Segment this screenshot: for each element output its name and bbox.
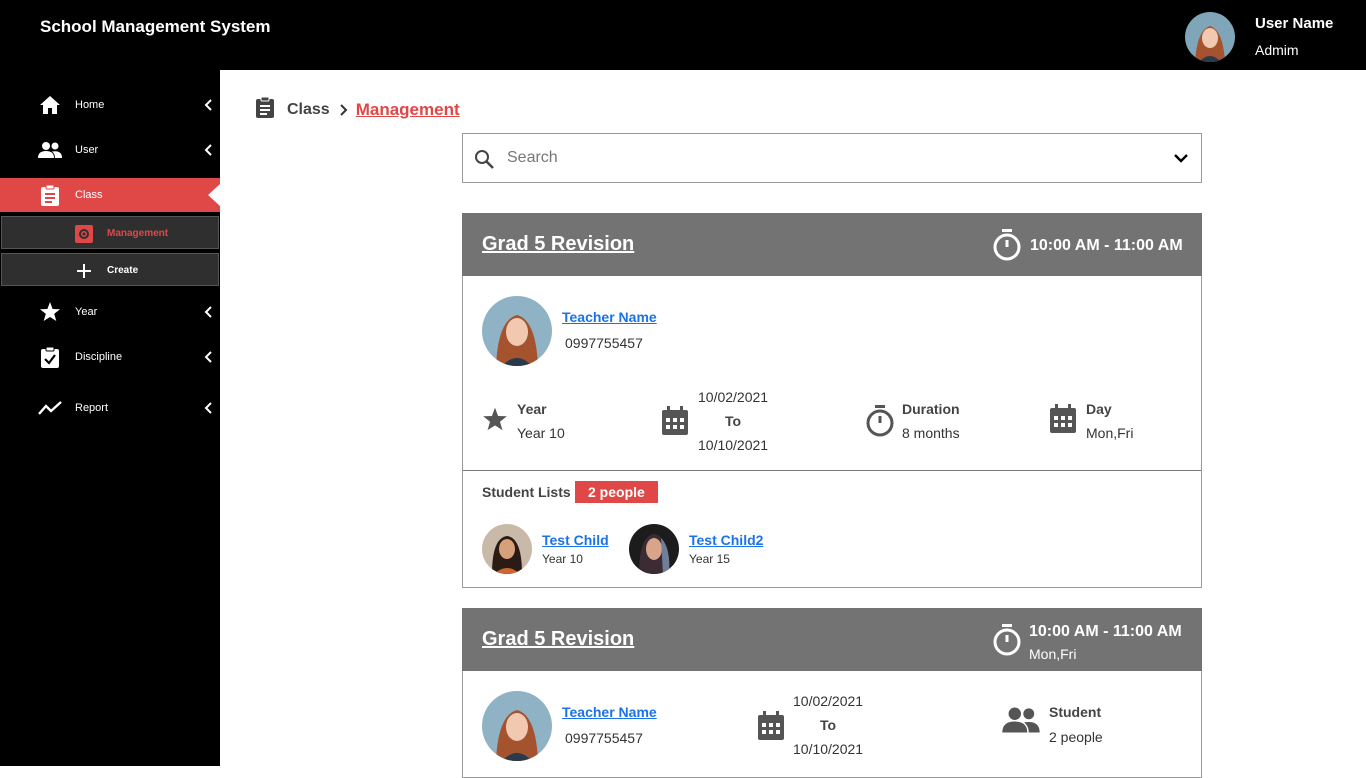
sidebar-item-label: Year (75, 306, 98, 318)
sidebar-item-discipline[interactable]: Discipline (0, 340, 220, 374)
class-title[interactable]: Grad 5 Revision (482, 628, 634, 651)
student-name-link[interactable]: Test Child (542, 532, 609, 548)
teacher-name-link[interactable]: Teacher Name (562, 704, 657, 720)
clipboard-icon (38, 183, 62, 207)
plus-icon (74, 261, 94, 281)
breadcrumb-current[interactable]: Management (356, 100, 460, 120)
search-bar[interactable] (462, 133, 1202, 183)
start-date: 10/02/2021 (793, 693, 864, 709)
calendar-icon (758, 711, 784, 740)
teacher-avatar (482, 691, 552, 761)
start-date: 10/02/2021 (698, 389, 769, 405)
student-avatar (629, 524, 679, 574)
users-icon (38, 138, 62, 162)
end-date: 10/10/2021 (793, 741, 864, 757)
top-bar: School Management System User Name Admim (0, 0, 1366, 70)
day-value: Mon,Fri (1086, 425, 1134, 441)
student-count-badge: 2 people (575, 481, 658, 503)
class-days: Mon,Fri (1029, 646, 1077, 662)
users-icon (1002, 707, 1040, 733)
class-card[interactable]: Grad 5 Revision 10:00 AM - 11:00 AM Mon,… (462, 608, 1202, 778)
duration-value: 8 months (902, 425, 960, 441)
breadcrumb-parent[interactable]: Class (287, 101, 330, 119)
student-list-label: Student Lists (482, 484, 571, 500)
card-header: Grad 5 Revision 10:00 AM - 11:00 AM (462, 213, 1202, 276)
search-icon (475, 150, 494, 169)
gear-icon (74, 224, 94, 244)
class-card[interactable]: Grad 5 Revision 10:00 AM - 11:00 AM Teac… (462, 213, 1202, 588)
sidebar-subitem-label: Management (107, 228, 169, 239)
date-to-label: To (725, 413, 742, 429)
sidebar-item-label: Home (75, 99, 105, 111)
user-role: Admim (1255, 42, 1299, 58)
chevron-down-icon[interactable] (1173, 151, 1189, 165)
end-date: 10/10/2021 (698, 437, 769, 453)
calendar-icon (662, 406, 688, 435)
chevron-right-icon (338, 103, 348, 117)
class-time: 10:00 AM - 11:00 AM (1029, 623, 1182, 640)
chevron-left-icon (204, 402, 212, 414)
sidebar-subitem-create[interactable]: Create (1, 253, 219, 286)
sidebar-item-year[interactable]: Year (0, 295, 220, 329)
sidebar-subitem-label: Create (107, 265, 139, 276)
year-label: Year (517, 401, 547, 417)
home-icon (38, 93, 62, 117)
app-title: School Management System (40, 17, 271, 36)
year-value: Year 10 (517, 425, 565, 441)
sidebar-subitem-management[interactable]: Management (1, 216, 219, 249)
teacher-avatar (482, 296, 552, 366)
sidebar-item-report[interactable]: Report (0, 391, 220, 425)
star-icon (38, 300, 62, 324)
class-title[interactable]: Grad 5 Revision (482, 233, 634, 256)
user-name: User Name (1255, 15, 1334, 32)
star-icon (483, 407, 507, 431)
checklist-icon (38, 345, 62, 369)
timer-icon (993, 624, 1021, 656)
date-to-label: To (820, 717, 837, 733)
user-avatar[interactable] (1185, 12, 1235, 62)
student-name-link[interactable]: Test Child2 (689, 532, 763, 548)
sidebar-item-label: Class (75, 189, 103, 201)
sidebar-item-class[interactable]: Class (0, 178, 220, 212)
student-avatar (482, 524, 532, 574)
student-label: Student (1049, 704, 1102, 720)
student-count: 2 people (1049, 729, 1103, 745)
chevron-left-icon (204, 306, 212, 318)
teacher-phone: 0997755457 (565, 335, 643, 351)
sidebar-item-label: Discipline (75, 351, 123, 363)
duration-label: Duration (902, 401, 960, 417)
student-year: Year 15 (689, 552, 730, 566)
chevron-left-icon (204, 351, 212, 363)
search-input[interactable] (507, 146, 1107, 170)
day-label: Day (1086, 401, 1112, 417)
class-time: 10:00 AM - 11:00 AM (1030, 237, 1183, 254)
divider (463, 470, 1201, 471)
breadcrumb: Class Management (255, 96, 460, 123)
trend-icon (38, 396, 62, 420)
teacher-name-link[interactable]: Teacher Name (562, 309, 657, 325)
chevron-left-icon (204, 99, 212, 111)
timer-icon (866, 405, 894, 437)
clipboard-icon (255, 96, 275, 123)
sidebar-item-home[interactable]: Home (0, 88, 220, 122)
calendar-icon (1050, 404, 1076, 433)
sidebar: Home User Class Management Create Year D… (0, 70, 220, 766)
card-header: Grad 5 Revision 10:00 AM - 11:00 AM Mon,… (462, 608, 1202, 671)
sidebar-item-user[interactable]: User (0, 133, 220, 167)
timer-icon (993, 229, 1021, 261)
sidebar-item-label: User (75, 144, 99, 156)
teacher-phone: 0997755457 (565, 730, 643, 746)
student-year: Year 10 (542, 552, 583, 566)
sidebar-item-label: Report (75, 402, 109, 414)
chevron-left-icon (204, 144, 212, 156)
